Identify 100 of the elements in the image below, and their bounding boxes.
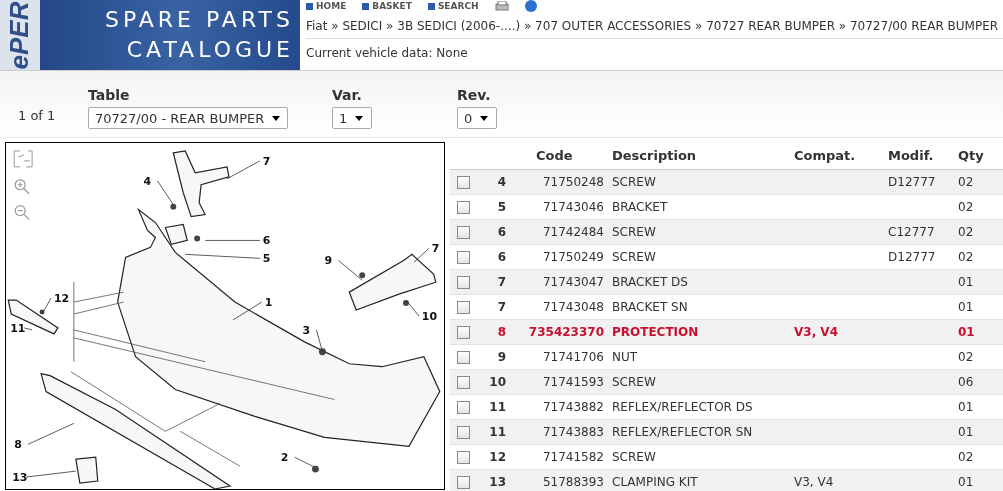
table-cell: V3, V4 xyxy=(794,325,838,339)
leader-line xyxy=(316,329,323,353)
table-cell-text: 7 xyxy=(496,275,506,289)
logo-subtitle: CATALOGUE xyxy=(126,36,294,64)
callout-number: 10 xyxy=(421,310,438,323)
page-count: 1 of 1 xyxy=(18,108,57,125)
table-cell: 71741582 xyxy=(542,450,604,464)
leader-line xyxy=(226,160,261,180)
callout-number: 8 xyxy=(14,438,22,452)
table-cell-text: 5 xyxy=(496,200,506,214)
leader-line xyxy=(405,299,420,317)
row-checkbox[interactable] xyxy=(457,300,470,314)
callout-number: 4 xyxy=(143,174,152,188)
table-cell: PROTECTION xyxy=(612,325,699,339)
table-cell: 01 xyxy=(958,275,974,289)
callout-number: 12 xyxy=(54,292,70,306)
table-cell: 71743047 xyxy=(542,275,604,289)
callout-number: 7 xyxy=(262,154,271,168)
table-cell: 51788393 xyxy=(542,475,604,489)
info-icon[interactable] xyxy=(524,0,537,12)
leader-line xyxy=(337,259,363,281)
row-checkbox[interactable] xyxy=(457,250,470,264)
row-checkbox[interactable] xyxy=(457,475,470,489)
table-cell: 71743882 xyxy=(542,400,604,414)
zoom-out-icon[interactable] xyxy=(14,205,30,221)
logo-side-text: ePER xyxy=(4,1,36,69)
table-cell: 735423370 xyxy=(528,325,604,339)
nav-link[interactable]: SEARCH xyxy=(427,1,479,11)
row-checkbox[interactable] xyxy=(457,325,470,339)
table-cell: BRACKET xyxy=(612,200,668,214)
leader-line xyxy=(294,456,315,468)
table-cell-text: 10 xyxy=(488,375,506,389)
table-cell-text: 4 xyxy=(496,175,506,189)
table-cell: 01 xyxy=(958,300,974,314)
leader-line xyxy=(413,248,430,263)
table-cell: 01 xyxy=(958,400,974,414)
leader-line xyxy=(27,423,75,445)
leader-line xyxy=(204,240,261,241)
row-checkbox[interactable] xyxy=(457,425,470,439)
nav-link[interactable]: HOME xyxy=(306,1,347,11)
dropdown[interactable]: 1 xyxy=(332,107,372,129)
row-checkbox[interactable] xyxy=(457,375,470,389)
column-header: Compat. xyxy=(794,148,857,163)
table-cell: 02 xyxy=(958,175,974,189)
callout-number: 9 xyxy=(324,254,333,268)
row-checkbox[interactable] xyxy=(457,225,470,239)
callout-number: 7 xyxy=(431,242,440,256)
table-cell: 71743048 xyxy=(542,300,604,314)
table-cell: SCREW xyxy=(612,450,656,464)
table-cell: V3, V4 xyxy=(794,475,834,489)
printer-icon[interactable] xyxy=(494,1,509,11)
row-checkbox[interactable] xyxy=(457,275,470,289)
row-checkbox[interactable] xyxy=(457,200,470,214)
table-cell: NUT xyxy=(612,350,638,364)
row-checkbox[interactable] xyxy=(457,450,470,464)
table-cell: REFLEX/REFLECTOR DS xyxy=(612,400,753,414)
nav-link[interactable]: BASKET xyxy=(362,1,412,11)
table-cell-text: 6 xyxy=(496,250,506,264)
table-cell-text: 12 xyxy=(488,450,506,464)
table-cell: REFLEX/REFLECTOR SN xyxy=(612,425,753,439)
column-header: Code xyxy=(535,148,574,163)
table-cell: C12777 xyxy=(888,225,935,239)
table-cell-text: 9 xyxy=(496,350,506,364)
leader-line xyxy=(41,297,52,315)
table-cell: 71743883 xyxy=(542,425,604,439)
dropdown[interactable]: 0 xyxy=(457,107,497,129)
table-cell: 02 xyxy=(958,350,974,364)
callout-number: 2 xyxy=(280,451,289,465)
table-cell: 71750248 xyxy=(542,175,604,189)
column-header: Qty xyxy=(958,148,985,163)
table-cell: SCREW xyxy=(612,175,656,189)
table-cell: 71742484 xyxy=(542,225,604,239)
field-label: Table xyxy=(88,87,131,103)
column-header: Modif. xyxy=(888,148,935,163)
zoom-in-icon[interactable] xyxy=(14,179,30,195)
leader-line xyxy=(157,180,174,206)
table-cell-text: 8 xyxy=(496,325,506,339)
dropdown[interactable]: 70727/00 - REAR BUMPER xyxy=(88,107,288,129)
table-cell-text: 7 xyxy=(496,300,506,314)
row-checkbox[interactable] xyxy=(457,175,470,189)
vehicle-data-text: Current vehicle data: None xyxy=(306,45,469,60)
table-cell: 71750249 xyxy=(542,250,604,264)
table-cell: 02 xyxy=(958,450,974,464)
table-cell: 06 xyxy=(958,375,974,389)
column-header: Description xyxy=(612,148,698,163)
table-cell: 02 xyxy=(958,200,974,214)
fit-to-view-icon[interactable] xyxy=(13,150,33,168)
table-cell: D12777 xyxy=(888,175,936,189)
leader-line xyxy=(23,327,33,331)
table-cell: 01 xyxy=(958,325,975,339)
table-cell: SCREW xyxy=(612,225,656,239)
table-cell-text: 6 xyxy=(496,225,506,239)
table-cell: SCREW xyxy=(612,250,656,264)
callout-number: 3 xyxy=(302,323,311,337)
table-cell: 01 xyxy=(958,425,974,439)
callout-number: 13 xyxy=(12,471,28,485)
row-checkbox[interactable] xyxy=(457,350,470,364)
row-checkbox[interactable] xyxy=(457,400,470,414)
logo-title: SPARE PARTS xyxy=(104,6,294,34)
callout-number: 1 xyxy=(264,296,273,310)
